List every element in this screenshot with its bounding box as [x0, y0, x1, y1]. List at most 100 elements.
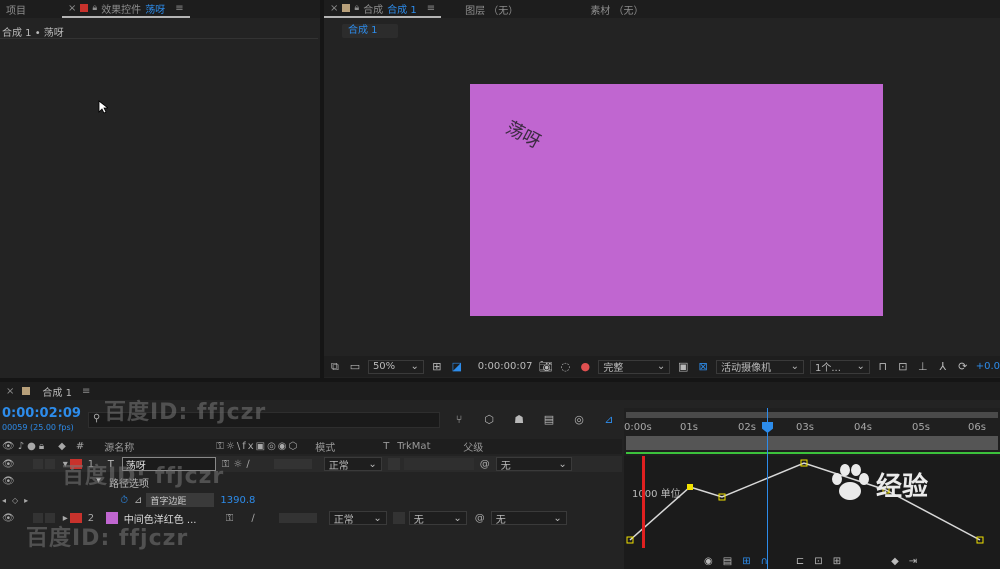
label-icon[interactable]: ◆ — [58, 441, 66, 452]
zoom-dropdown[interactable]: 50% ⌄ — [367, 359, 424, 374]
switch-box[interactable] — [32, 459, 43, 469]
easy-ease-icon[interactable]: ⇥ — [909, 556, 917, 567]
fast-preview-icon[interactable]: ⊡ — [896, 360, 910, 374]
views-dropdown[interactable]: 1个... ⌄ — [809, 359, 870, 374]
snap-icon[interactable]: ∩ — [761, 556, 768, 567]
motion-blur-icon[interactable]: ◎ — [572, 412, 586, 426]
lock-icon[interactable]: 🔒︎ — [354, 3, 359, 13]
draft-3d-icon[interactable]: ⬡ — [482, 412, 496, 426]
trkmat-dropdown-2[interactable]: 无 ⌄ — [408, 511, 467, 526]
quality-switch-icon[interactable]: ☼ — [233, 459, 242, 470]
switch-box[interactable] — [44, 459, 55, 469]
canvas-text-layer[interactable]: 荡呀 — [502, 114, 546, 154]
tab-composition[interactable]: × 🔒︎ 合成 合成 1 ≡ — [324, 0, 442, 18]
graph-editor-icon[interactable]: ⊿ — [602, 412, 616, 426]
audio-icon[interactable]: ♪ — [18, 441, 24, 452]
tab-effects-controls[interactable]: × 🔒︎ 效果控件 荡呀 ≡ — [62, 0, 190, 18]
exposure-value[interactable]: +0.0 — [976, 361, 1000, 372]
fit-selection-icon[interactable]: ⊏ — [796, 556, 804, 567]
add-keyframe-icon[interactable]: ◇ — [12, 496, 18, 505]
toggle-pixel-icon[interactable]: ⊓ — [876, 360, 890, 374]
close-icon[interactable]: × — [330, 3, 338, 14]
show-snapshot-icon[interactable]: ◌ — [558, 360, 572, 374]
menu-icon[interactable]: ≡ — [175, 3, 183, 14]
views-value: 1个... — [814, 363, 841, 374]
trkmat-box[interactable] — [392, 512, 405, 524]
comp-flowchart-icon[interactable]: ⑂ — [452, 412, 466, 426]
fit-icon[interactable]: ⊞ — [430, 360, 444, 374]
mask-visibility-icon[interactable]: ◪ — [450, 360, 464, 374]
col-mode[interactable]: 模式 — [315, 439, 383, 454]
time-ruler[interactable]: 0:00s 01s 02s 03s 04s 05s 06s — [624, 420, 1000, 436]
always-preview-icon[interactable]: ⧉ — [328, 360, 342, 374]
switch-box[interactable] — [273, 459, 312, 469]
chevron-down-icon: ⌄ — [558, 458, 567, 470]
property-label-box[interactable]: 首字边距 — [146, 493, 215, 507]
eye-icon[interactable]: ◉ — [704, 556, 713, 567]
edit-switch-icon[interactable]: ∕ — [246, 459, 249, 470]
col-parent[interactable]: 父级 — [463, 439, 483, 454]
timeline-timecode[interactable]: 0:00:02:09 — [2, 406, 81, 421]
bounding-box-icon[interactable]: ⊞ — [742, 556, 750, 567]
layer-color-swatch — [80, 4, 89, 12]
separate-dimensions-icon[interactable]: ⊞ — [833, 556, 841, 567]
tab-layer[interactable]: 图层 （无） — [459, 0, 524, 18]
camera-dropdown[interactable]: 活动摄像机 ⌄ — [716, 359, 804, 374]
graph-icon[interactable]: ⊿ — [134, 495, 142, 506]
visibility-icon[interactable]: 👁︎ — [2, 459, 15, 470]
viewer-timecode[interactable]: 0:00:00:07 — [478, 361, 533, 372]
monitor-icon[interactable]: ▭ — [348, 360, 362, 374]
column-header-row: 👁︎ ♪ ● 🔒︎ ◆ # 源名称 ⚿☼\fx▣◎◉⬡ 模式 T TrkMat … — [0, 439, 622, 454]
pickwhip-icon[interactable]: @ — [480, 459, 490, 470]
visibility-icon[interactable]: 👁︎ — [2, 513, 15, 524]
work-area-bar[interactable] — [626, 412, 998, 418]
close-icon[interactable]: × — [68, 3, 76, 14]
solo-icon[interactable]: ● — [27, 441, 36, 452]
tab-timeline-comp[interactable]: × 合成 1 ≡ — [0, 382, 96, 400]
next-keyframe-icon[interactable]: ▸ — [24, 496, 28, 505]
mode-dropdown-2[interactable]: 正常 ⌄ — [328, 511, 387, 526]
graph-editor[interactable]: 0:00s 01s 02s 03s 04s 05s 06s 1000 单位 ◉ … — [624, 408, 1000, 569]
resolution-dropdown[interactable]: 完整 ⌄ — [598, 359, 671, 374]
menu-icon[interactable]: ≡ — [82, 386, 90, 397]
prev-keyframe-icon[interactable]: ◂ — [2, 496, 6, 505]
parent-dropdown-2[interactable]: 无 ⌄ — [490, 511, 567, 526]
viewer-canvas[interactable]: 荡呀 — [470, 84, 883, 316]
frame-blending-icon[interactable]: ▤ — [542, 412, 556, 426]
stopwatch-icon[interactable]: ⏱︎ — [120, 495, 128, 506]
menu-icon[interactable]: ≡ — [427, 3, 435, 14]
transparency-grid-icon[interactable]: ⊠ — [696, 360, 710, 374]
color-channels-icon[interactable]: ● — [578, 360, 592, 374]
camera-snapshot-icon[interactable]: 📷︎ — [538, 360, 552, 374]
fit-all-icon[interactable]: ⊡ — [814, 556, 822, 567]
close-icon[interactable]: × — [6, 386, 14, 397]
parent-dropdown-1[interactable]: 无 ⌄ — [495, 457, 572, 472]
shy-layers-icon[interactable]: ☗ — [512, 412, 526, 426]
col-source-name[interactable]: 源名称 — [104, 439, 216, 454]
ruler-tick: 03s — [796, 422, 814, 433]
switch-box[interactable] — [278, 513, 317, 523]
reset-exposure-icon[interactable]: ⟳ — [956, 360, 970, 374]
viewer-tabs: × 🔒︎ 合成 合成 1 ≡ 图层 （无） 素材 （无） — [324, 0, 1000, 18]
property-row[interactable]: ◂ ◇ ▸ ⏱︎ ⊿ 首字边距 1390.8 — [0, 492, 622, 508]
property-value[interactable]: 1390.8 — [220, 495, 255, 506]
value-graph[interactable] — [624, 456, 1000, 569]
keyframe-convert-icon[interactable]: ◆ — [891, 556, 899, 567]
visibility-icon[interactable]: 👁︎ — [2, 441, 15, 452]
red-time-marker[interactable] — [642, 456, 645, 548]
pickwhip-icon[interactable]: @ — [475, 513, 485, 524]
lock-icon[interactable]: 🔒︎ — [39, 441, 44, 452]
tab-project[interactable]: 项目 — [0, 0, 32, 18]
edit-switch-icon[interactable]: ∕ — [251, 513, 254, 524]
collapse-switch-icon[interactable]: ⚿ — [226, 513, 234, 524]
region-of-interest-icon[interactable]: ▣ — [676, 360, 690, 374]
tab-footage[interactable]: 素材 （无） — [584, 0, 649, 18]
mode-dropdown-1[interactable]: 正常 ⌄ — [323, 457, 382, 472]
timeline-icon[interactable]: ⊥ — [916, 360, 930, 374]
comp-chip[interactable]: 合成 1 — [342, 24, 398, 38]
trkmat-box[interactable] — [387, 458, 400, 470]
lock-icon[interactable]: 🔒︎ — [92, 3, 97, 13]
graph-type-icon[interactable]: ▤ — [723, 556, 732, 567]
flowchart-icon[interactable]: ⅄ — [936, 360, 950, 374]
col-trkmat[interactable]: TrkMat — [397, 441, 463, 452]
